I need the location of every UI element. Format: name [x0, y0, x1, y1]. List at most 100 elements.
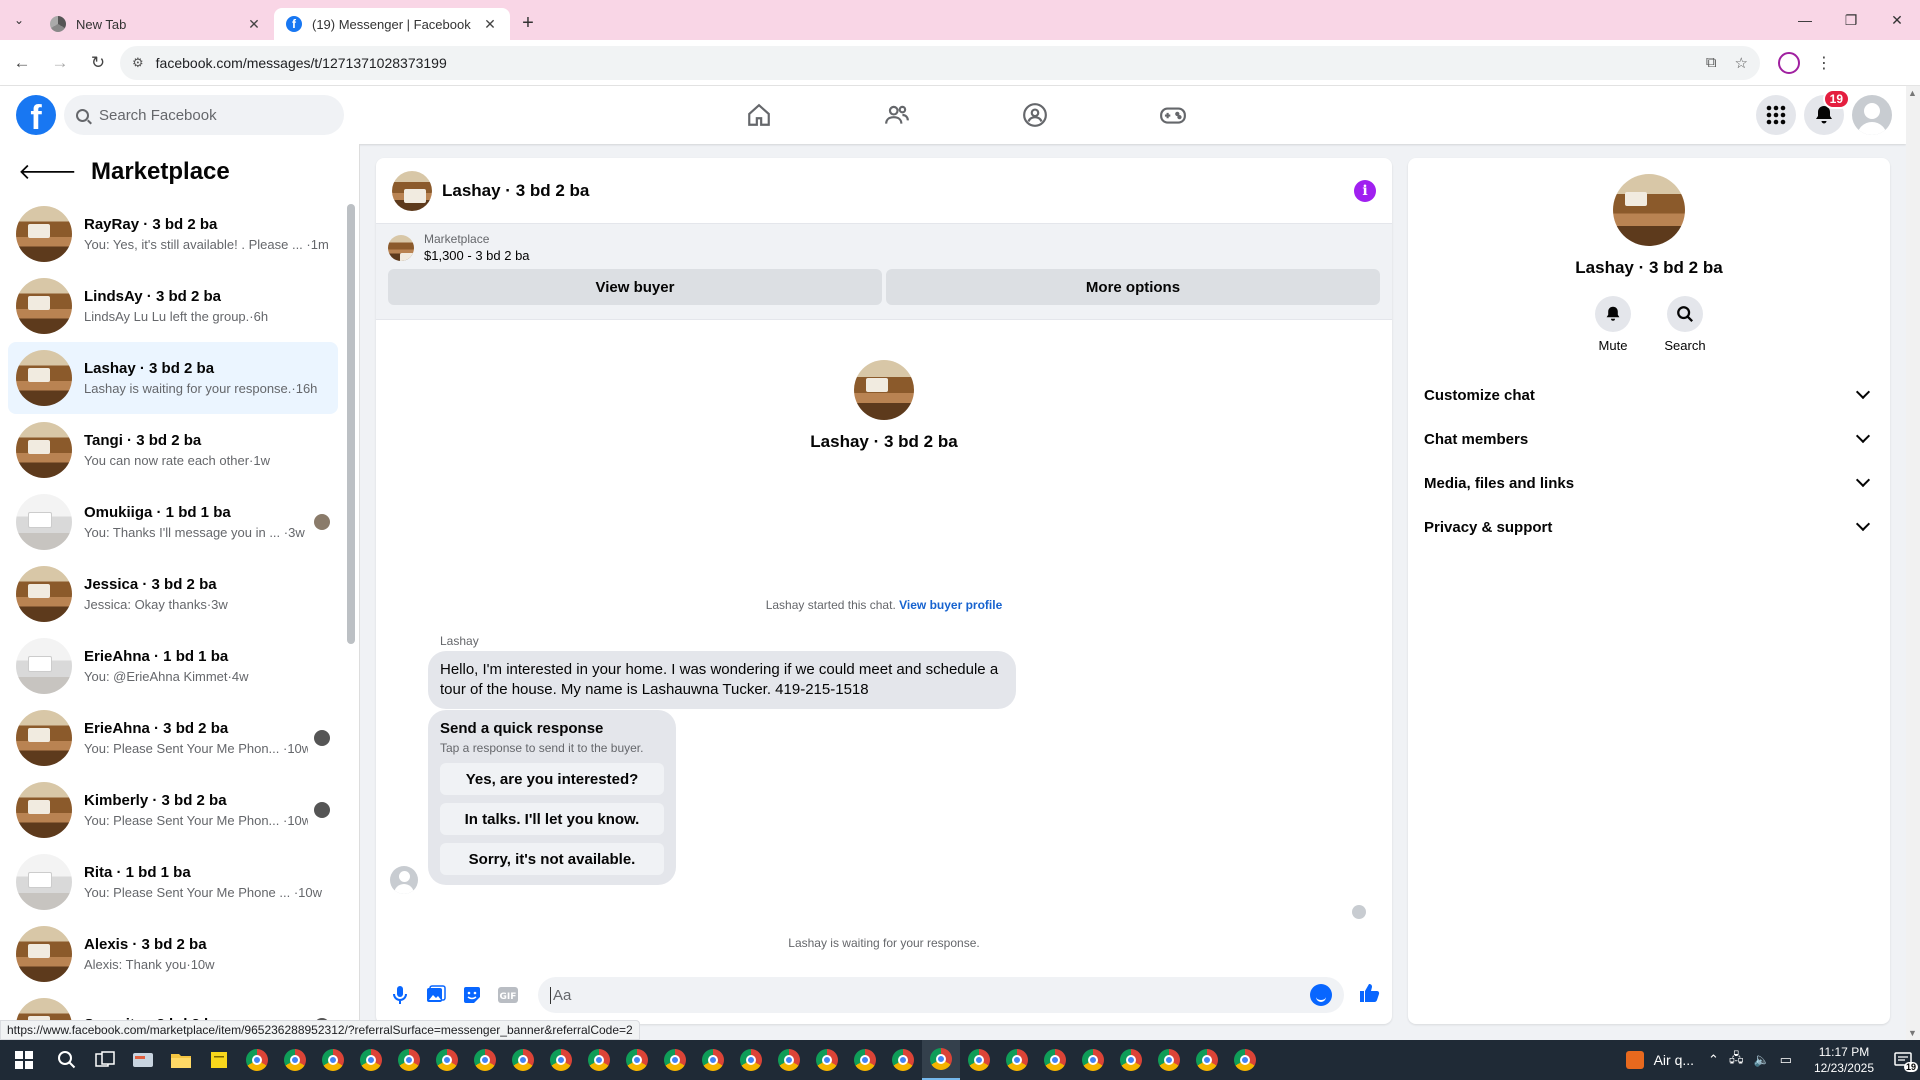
- bookmark-star-icon[interactable]: ☆: [1735, 54, 1748, 72]
- chat-title[interactable]: Lashay · 3 bd 2 ba: [442, 181, 1354, 201]
- quick-reply-in-talks-button[interactable]: In talks. I'll let you know.: [440, 803, 664, 835]
- facebook-logo-icon[interactable]: f: [16, 95, 56, 135]
- chrome-taskbar-icon[interactable]: [1150, 1040, 1188, 1080]
- chrome-taskbar-icon[interactable]: [998, 1040, 1036, 1080]
- conversation-item-rayray[interactable]: RayRay · 3 bd 2 ba You: Yes, it's still a…: [8, 198, 338, 270]
- conversation-item-erieahna-3bd[interactable]: ErieAhna · 3 bd 2 ba You: Please Sent You…: [8, 702, 338, 774]
- reload-icon[interactable]: ↻: [82, 47, 114, 79]
- sticker-icon[interactable]: [460, 983, 484, 1007]
- conversation-item-omukiiga[interactable]: Omukiiga · 1 bd 1 ba You: Thanks I'll mes…: [8, 486, 338, 558]
- chrome-taskbar-icon[interactable]: [1112, 1040, 1150, 1080]
- chrome-taskbar-icon[interactable]: [694, 1040, 732, 1080]
- browser-menu-icon[interactable]: ⋮: [1816, 53, 1832, 73]
- chat-listing-thumbnail[interactable]: [392, 170, 432, 211]
- section-media-files-links[interactable]: Media, files and links: [1416, 461, 1882, 505]
- more-options-button[interactable]: More options: [886, 269, 1380, 305]
- chrome-taskbar-icon[interactable]: [428, 1040, 466, 1080]
- sender-avatar[interactable]: [390, 866, 418, 894]
- tray-overflow-icon[interactable]: ⌃: [1708, 1052, 1719, 1068]
- chrome-taskbar-icon[interactable]: [656, 1040, 694, 1080]
- browser-tab-new-tab[interactable]: New Tab ✕: [38, 8, 274, 40]
- forward-arrow-icon[interactable]: →: [44, 47, 76, 79]
- back-arrow-icon[interactable]: 🡐: [18, 159, 77, 185]
- chrome-taskbar-icon[interactable]: [732, 1040, 770, 1080]
- browser-profile-icon[interactable]: [1778, 51, 1800, 74]
- search-in-conversation-button[interactable]: Search: [1664, 296, 1706, 353]
- microphone-icon[interactable]: [388, 983, 412, 1007]
- chrome-taskbar-icon-active[interactable]: [922, 1040, 960, 1080]
- chrome-taskbar-icon[interactable]: [390, 1040, 428, 1080]
- tab-search-dropdown-icon[interactable]: ⌄: [0, 0, 38, 40]
- address-bar[interactable]: ⚙ facebook.com/messages/t/12713710283731…: [120, 45, 1760, 80]
- view-buyer-profile-link[interactable]: View buyer profile: [899, 598, 1002, 612]
- chrome-taskbar-icon[interactable]: [770, 1040, 808, 1080]
- conversation-item-erieahna-1bd[interactable]: ErieAhna · 1 bd 1 ba You: @ErieAhna Kimme…: [8, 630, 338, 702]
- conversation-item-tangi[interactable]: Tangi · 3 bd 2 ba You can now rate each o…: [8, 414, 338, 486]
- weather-widget[interactable]: Air q...: [1625, 1051, 1694, 1069]
- sticky-notes-icon[interactable]: [200, 1040, 238, 1080]
- conversation-item-rita[interactable]: Rita · 1 bd 1 ba You: Please Sent Your Me…: [8, 846, 338, 918]
- page-scrollbar[interactable]: [1906, 86, 1920, 1040]
- quick-reply-yes-button[interactable]: Yes, are you interested?: [440, 763, 664, 795]
- chrome-taskbar-icon[interactable]: [1188, 1040, 1226, 1080]
- thumbs-up-icon[interactable]: [1358, 982, 1380, 1009]
- conversation-item-lashay[interactable]: Lashay · 3 bd 2 ba Lashay is waiting for …: [8, 342, 338, 414]
- section-privacy-support[interactable]: Privacy & support: [1416, 505, 1882, 549]
- section-customize-chat[interactable]: Customize chat: [1416, 373, 1882, 417]
- nav-gaming-icon[interactable]: [1104, 86, 1242, 144]
- install-app-icon[interactable]: ⧉: [1706, 54, 1717, 71]
- chrome-taskbar-icon[interactable]: [1226, 1040, 1264, 1080]
- facebook-search-input[interactable]: Search Facebook: [64, 95, 344, 135]
- back-arrow-icon[interactable]: ←: [6, 47, 38, 79]
- quick-reply-not-available-button[interactable]: Sorry, it's not available.: [440, 843, 664, 875]
- network-icon[interactable]: 🖧: [1729, 1049, 1744, 1071]
- conversation-item-lindsay[interactable]: LindsAy · 3 bd 2 ba LindsAy Lu Lu left th…: [8, 270, 338, 342]
- gif-icon[interactable]: GIF: [496, 983, 520, 1007]
- minimize-icon[interactable]: —: [1782, 0, 1828, 40]
- nav-friends-icon[interactable]: [828, 86, 966, 144]
- volume-icon[interactable]: 🔈: [1753, 1052, 1769, 1068]
- chrome-taskbar-icon[interactable]: [960, 1040, 998, 1080]
- site-info-icon[interactable]: ⚙: [132, 55, 144, 71]
- close-window-icon[interactable]: ✕: [1874, 0, 1920, 40]
- chrome-taskbar-icon[interactable]: [884, 1040, 922, 1080]
- chrome-taskbar-icon[interactable]: [1074, 1040, 1112, 1080]
- task-view-icon[interactable]: [86, 1040, 124, 1080]
- chrome-taskbar-icon[interactable]: [580, 1040, 618, 1080]
- chrome-taskbar-icon[interactable]: [466, 1040, 504, 1080]
- browser-tab-messenger[interactable]: f (19) Messenger | Facebook ✕: [274, 8, 510, 40]
- conversation-item-kimberly[interactable]: Kimberly · 3 bd 2 ba You: Please Sent You…: [8, 774, 338, 846]
- conversation-info-icon[interactable]: i: [1354, 179, 1376, 202]
- conversation-item-jessica[interactable]: Jessica · 3 bd 2 ba Jessica: Okay thanks·…: [8, 558, 338, 630]
- emoji-icon[interactable]: [1310, 984, 1332, 1006]
- file-explorer-icon[interactable]: [162, 1040, 200, 1080]
- taskbar-search-icon[interactable]: [48, 1040, 86, 1080]
- view-buyer-button[interactable]: View buyer: [388, 269, 882, 305]
- menu-grid-icon[interactable]: [1756, 95, 1796, 135]
- chrome-taskbar-icon[interactable]: [504, 1040, 542, 1080]
- section-chat-members[interactable]: Chat members: [1416, 417, 1882, 461]
- battery-icon[interactable]: ▭: [1780, 1052, 1792, 1068]
- chrome-taskbar-icon[interactable]: [314, 1040, 352, 1080]
- photo-icon[interactable]: [424, 983, 448, 1007]
- message-input[interactable]: Aa: [538, 977, 1344, 1013]
- taskbar-app-icon[interactable]: [124, 1040, 162, 1080]
- sidebar-scrollbar[interactable]: [347, 204, 355, 644]
- restore-icon[interactable]: ❐: [1828, 0, 1874, 40]
- close-tab-icon[interactable]: ✕: [482, 16, 498, 32]
- chrome-taskbar-icon[interactable]: [1036, 1040, 1074, 1080]
- chrome-taskbar-icon[interactable]: [846, 1040, 884, 1080]
- close-tab-icon[interactable]: ✕: [246, 16, 262, 32]
- new-tab-icon[interactable]: +: [510, 7, 546, 39]
- account-avatar[interactable]: [1852, 95, 1892, 135]
- chrome-taskbar-icon[interactable]: [352, 1040, 390, 1080]
- chrome-taskbar-icon[interactable]: [618, 1040, 656, 1080]
- chrome-taskbar-icon[interactable]: [808, 1040, 846, 1080]
- chrome-taskbar-icon[interactable]: [276, 1040, 314, 1080]
- notifications-bell-icon[interactable]: 19: [1804, 89, 1850, 135]
- windows-start-icon[interactable]: [0, 1040, 48, 1080]
- system-clock[interactable]: 11:17 PM 12/23/2025: [1814, 1044, 1874, 1076]
- nav-home-icon[interactable]: [690, 86, 828, 144]
- chrome-taskbar-icon[interactable]: [238, 1040, 276, 1080]
- nav-groups-icon[interactable]: [966, 86, 1104, 144]
